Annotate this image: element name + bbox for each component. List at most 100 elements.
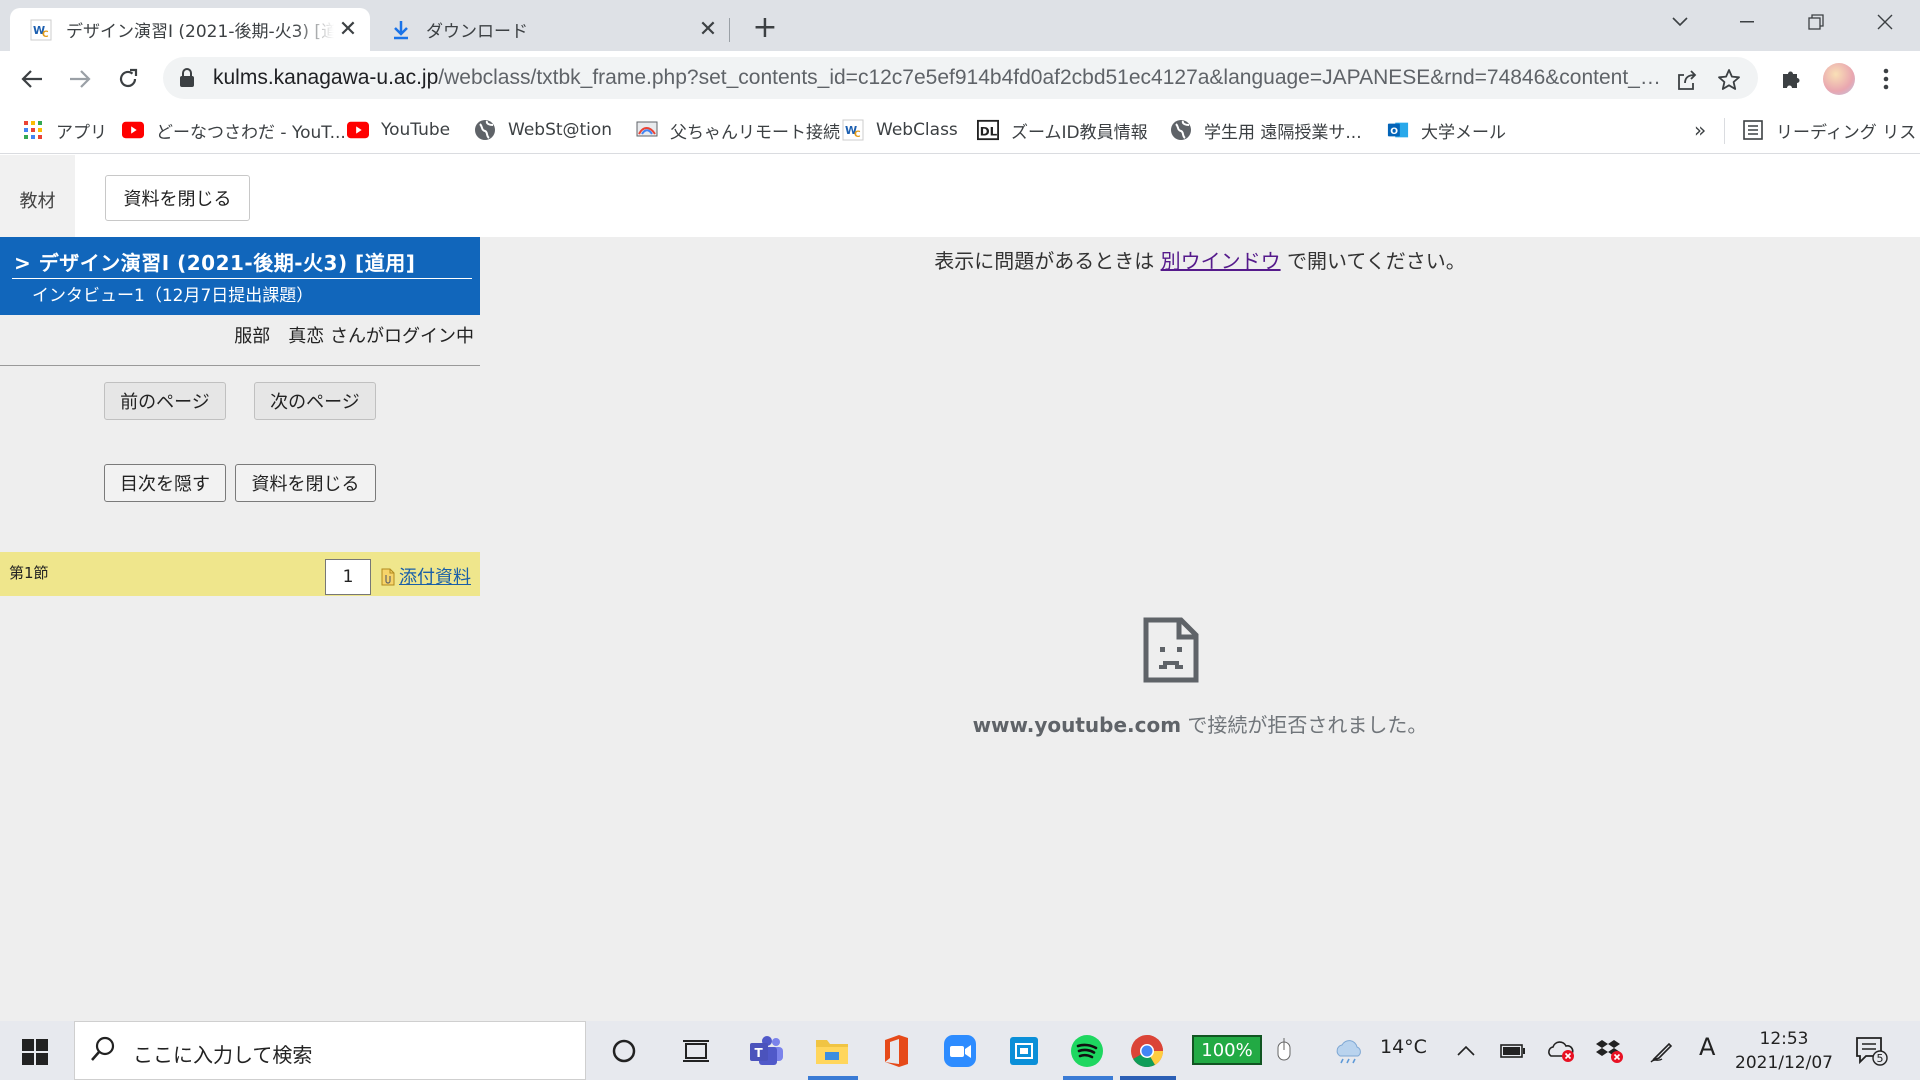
hide-toc-button[interactable]: 目次を隠す bbox=[104, 464, 226, 502]
bookmark-label: YouTube bbox=[381, 120, 451, 140]
system-clock[interactable]: 12:53 2021/12/07 bbox=[1734, 1027, 1834, 1075]
windows-start-icon[interactable] bbox=[22, 1039, 48, 1065]
file-explorer-icon[interactable] bbox=[812, 1031, 852, 1071]
battery-indicator[interactable]: 100% bbox=[1192, 1035, 1262, 1065]
tab-separator bbox=[729, 18, 730, 42]
chrome-active-indicator bbox=[1120, 1076, 1176, 1080]
bookmark-youtube[interactable]: YouTube bbox=[347, 116, 450, 144]
sidebar-divider bbox=[0, 365, 480, 366]
tab-kyozai[interactable]: 教材 bbox=[0, 155, 75, 237]
course-divider bbox=[12, 278, 472, 279]
tab-close-icon[interactable]: ✕ bbox=[694, 16, 722, 44]
spotify-icon[interactable] bbox=[1067, 1031, 1107, 1071]
reading-list[interactable]: リーディング リスト bbox=[1742, 116, 1920, 144]
bookmark-star-icon[interactable] bbox=[1715, 66, 1743, 94]
weather-cloud-icon[interactable] bbox=[1328, 1031, 1368, 1071]
tab-search-chevron-icon[interactable] bbox=[1650, 0, 1710, 44]
minimize-icon[interactable] bbox=[1717, 0, 1777, 44]
lock-icon[interactable] bbox=[179, 68, 199, 88]
globe-icon bbox=[1170, 119, 1192, 141]
attachment-icon[interactable] bbox=[381, 568, 395, 586]
search-icon bbox=[91, 1036, 115, 1069]
restore-icon[interactable] bbox=[1786, 0, 1846, 44]
teams-icon[interactable]: T bbox=[747, 1031, 787, 1071]
apps-grid-icon bbox=[22, 119, 44, 141]
new-tab-icon[interactable]: + bbox=[748, 10, 782, 45]
office-icon[interactable] bbox=[876, 1031, 916, 1071]
prev-page-button[interactable]: 前のページ bbox=[104, 382, 226, 420]
login-status: 服部 真恋 さんがログイン中 bbox=[234, 326, 474, 347]
ime-indicator[interactable]: A bbox=[1699, 1033, 1715, 1061]
bookmark-label: どーなつさわだ - YouT... bbox=[156, 122, 346, 143]
address-bar[interactable]: kulms.kanagawa-u.ac.jp/webclass/txtbk_fr… bbox=[163, 57, 1758, 99]
attachment-link[interactable]: 添付資料 bbox=[399, 563, 471, 589]
bookmark-webclass[interactable]: WC WebClass bbox=[842, 116, 958, 144]
notification-center-icon[interactable]: 5 bbox=[1851, 1031, 1891, 1071]
notification-count: 5 bbox=[1877, 1052, 1884, 1065]
url-text[interactable]: kulms.kanagawa-u.ac.jp/webclass/txtbk_fr… bbox=[213, 66, 1663, 90]
pen-workspace-icon[interactable] bbox=[1642, 1031, 1682, 1071]
open-new-window-link[interactable]: 別ウインドウ bbox=[1161, 249, 1281, 273]
back-icon[interactable] bbox=[12, 59, 52, 99]
battery-icon[interactable] bbox=[1493, 1031, 1533, 1071]
zoom-icon[interactable] bbox=[940, 1031, 980, 1071]
webclass-icon: WC bbox=[842, 119, 864, 141]
chrome-icon[interactable] bbox=[1127, 1031, 1167, 1071]
extensions-puzzle-icon[interactable] bbox=[1773, 61, 1809, 97]
bookmark-apps[interactable]: アプリ bbox=[22, 116, 107, 144]
tray-overflow-chevron-icon[interactable] bbox=[1446, 1031, 1486, 1071]
svg-text:T: T bbox=[755, 1046, 764, 1060]
bookmark-university-mail[interactable]: O 大学メール bbox=[1387, 116, 1506, 144]
next-page-button[interactable]: 次のページ bbox=[254, 382, 376, 420]
webclass-favicon-icon: WC bbox=[30, 19, 52, 41]
error-host: www.youtube.com bbox=[972, 713, 1182, 737]
bookmark-label: 父ちゃんリモート接続 bbox=[670, 122, 840, 143]
download-icon bbox=[390, 19, 412, 41]
notice-text-before: 表示に問題があるときは bbox=[934, 249, 1161, 273]
course-title[interactable]: > デザイン演習I (2021-後期-火3) [道用] bbox=[14, 247, 415, 276]
course-subtitle: インタビュー1（12月7日提出課題） bbox=[32, 286, 314, 306]
cortana-icon[interactable] bbox=[604, 1031, 644, 1071]
page-number-input[interactable]: 1 bbox=[325, 559, 371, 595]
explorer-active-indicator bbox=[808, 1076, 858, 1080]
chrome-menu-icon[interactable] bbox=[1868, 61, 1904, 97]
content-frame: 表示に問題があるときは 別ウインドウ で開いてください。 www.youtube… bbox=[480, 237, 1920, 1021]
dl-icon: DL bbox=[977, 119, 999, 141]
url-path: /webclass/txtbk_frame.php?set_contents_i… bbox=[438, 66, 1663, 89]
bookmark-youtube-donatsu[interactable]: どーなつさわだ - YouT... bbox=[122, 116, 346, 144]
windows-taskbar: ここに入力して検索 T 100% 14°C A 12:53 2021/12/07… bbox=[0, 1021, 1920, 1080]
usb-mouse-icon[interactable] bbox=[1264, 1031, 1304, 1071]
outlook-icon: O bbox=[1387, 119, 1409, 141]
tab-webclass[interactable]: WC デザイン演習I (2021-後期-火3) [道用] ✕ bbox=[10, 8, 370, 51]
close-material-button-2[interactable]: 資料を閉じる bbox=[235, 464, 376, 502]
reload-icon[interactable] bbox=[108, 59, 148, 99]
display-notice: 表示に問題があるときは 別ウインドウ で開いてください。 bbox=[480, 245, 1920, 274]
forward-icon[interactable] bbox=[60, 59, 100, 99]
webclass-page: 教材 資料を閉じる > デザイン演習I (2021-後期-火3) [道用] イン… bbox=[0, 155, 1920, 1021]
store-app-icon[interactable] bbox=[1004, 1031, 1044, 1071]
onedrive-error-icon[interactable] bbox=[1541, 1031, 1581, 1071]
bookmark-remote[interactable]: 父ちゃんリモート接続 bbox=[636, 116, 840, 144]
url-host: kulms.kanagawa-u.ac.jp bbox=[213, 66, 439, 89]
bookmark-remote-classes[interactable]: 学生用 遠隔授業サ... bbox=[1170, 116, 1362, 144]
svg-text:O: O bbox=[1390, 126, 1398, 137]
section-label[interactable]: 第1節 bbox=[9, 562, 49, 583]
tab-downloads[interactable]: ダウンロード ✕ bbox=[370, 8, 730, 51]
profile-avatar[interactable] bbox=[1823, 63, 1855, 95]
task-view-icon[interactable] bbox=[676, 1031, 716, 1071]
window-close-icon[interactable] bbox=[1855, 0, 1915, 44]
bookmark-webstation[interactable]: WebSt@tion bbox=[474, 116, 612, 144]
share-icon[interactable] bbox=[1673, 66, 1701, 94]
bookmark-zoom-id[interactable]: DL ズームID教員情報 bbox=[977, 116, 1148, 144]
temperature-label[interactable]: 14°C bbox=[1380, 1036, 1427, 1058]
dropbox-error-icon[interactable] bbox=[1589, 1031, 1629, 1071]
bookmarks-overflow-icon[interactable]: » bbox=[1694, 118, 1706, 142]
youtube-icon bbox=[347, 119, 369, 141]
tab-close-icon[interactable]: ✕ bbox=[334, 16, 362, 44]
youtube-icon bbox=[122, 119, 144, 141]
svg-text:DL: DL bbox=[980, 125, 998, 139]
taskbar-search[interactable]: ここに入力して検索 bbox=[74, 1021, 586, 1080]
clock-date: 2021/12/07 bbox=[1735, 1053, 1833, 1073]
sad-document-icon bbox=[1143, 617, 1199, 683]
close-material-button[interactable]: 資料を閉じる bbox=[105, 175, 250, 221]
